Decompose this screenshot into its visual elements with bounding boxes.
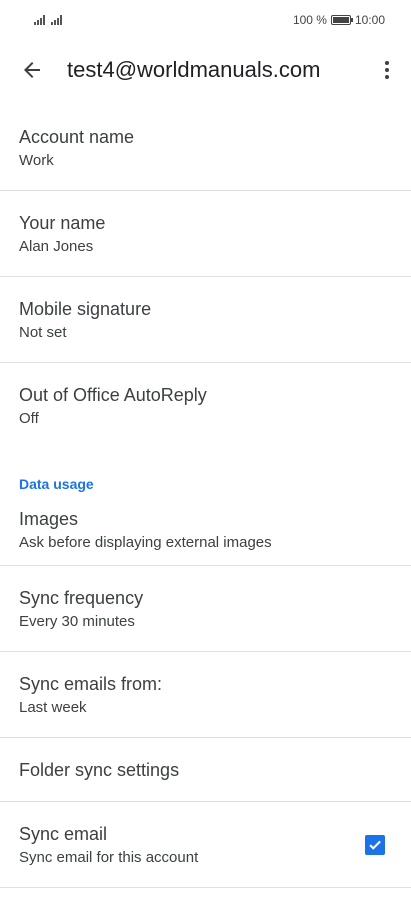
setting-value: Last week (19, 698, 87, 716)
sync-email-checkbox[interactable] (365, 834, 385, 855)
setting-account-name[interactable]: Account name Work (0, 105, 411, 191)
more-options-button[interactable] (363, 40, 411, 100)
setting-sync-frequency[interactable]: Sync frequency Every 30 minutes (0, 566, 411, 652)
signal-strength-icon (51, 15, 62, 25)
setting-images[interactable]: Images Ask before displaying external im… (0, 494, 411, 566)
setting-mobile-signature[interactable]: Mobile signature Not set (0, 277, 411, 363)
more-vert-icon (385, 61, 389, 79)
back-button[interactable] (0, 40, 64, 100)
signal-indicators (34, 15, 62, 25)
clock: 10:00 (354, 13, 385, 27)
setting-folder-sync[interactable]: Folder sync settings (0, 738, 411, 802)
setting-title: Sync frequency (19, 587, 144, 608)
status-bar: 100 % 10:00 (0, 0, 411, 40)
check-icon (369, 840, 381, 850)
setting-value: Every 30 minutes (19, 612, 135, 630)
battery-percentage: 100 % (292, 13, 327, 27)
setting-title: Folder sync settings (19, 759, 180, 780)
setting-value: Not set (19, 323, 67, 341)
setting-title: Account name (19, 126, 135, 147)
setting-title: Sync email (19, 823, 108, 844)
settings-list: Account name Work Your name Alan Jones M… (0, 105, 411, 888)
status-right: 100 % 10:00 (293, 13, 385, 27)
setting-value: Sync email for this account (19, 848, 199, 866)
battery-icon (330, 15, 353, 25)
setting-title: Sync emails from: (19, 673, 163, 694)
setting-value: Work (19, 151, 54, 169)
setting-value: Ask before displaying external images (19, 533, 272, 551)
app-bar: test4@worldmanuals.com (0, 40, 411, 100)
signal-strength-icon (34, 15, 45, 25)
setting-sync-emails-from[interactable]: Sync emails from: Last week (0, 652, 411, 738)
setting-value: Off (19, 410, 39, 427)
page-title: test4@worldmanuals.com (67, 57, 321, 82)
setting-title: Out of Office AutoReply (19, 385, 207, 405)
screen: 100 % 10:00 test4@worldmanuals.com Accou… (0, 0, 411, 914)
setting-title: Mobile signature (19, 298, 152, 319)
setting-title: Images (19, 508, 79, 529)
arrow-back-icon (24, 62, 40, 78)
setting-sync-email[interactable]: Sync email Sync email for this account (0, 802, 411, 888)
setting-your-name[interactable]: Your name Alan Jones (0, 191, 411, 277)
setting-value: Alan Jones (19, 237, 94, 255)
setting-title: Your name (19, 212, 106, 233)
setting-out-of-office[interactable]: Out of Office AutoReply Off (0, 363, 411, 449)
section-header-data-usage: Data usage (19, 476, 94, 492)
